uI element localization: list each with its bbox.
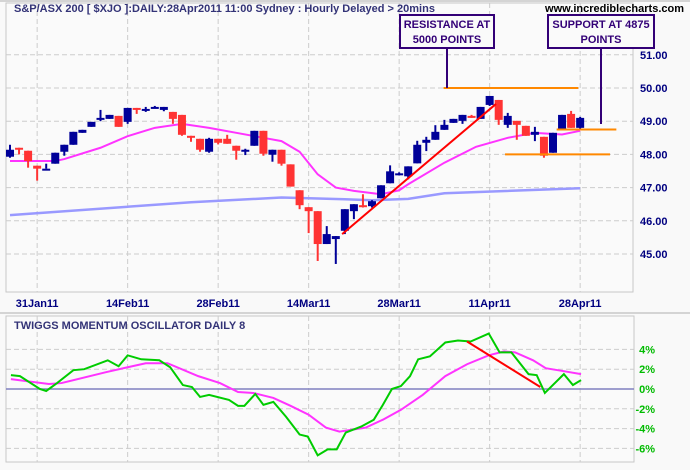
candle-up <box>386 171 395 184</box>
candle-up <box>241 149 250 152</box>
candle-down <box>512 120 521 125</box>
candle-up <box>431 131 440 140</box>
date-tick-label: 14Feb11 <box>106 298 149 310</box>
candle-up <box>268 149 277 155</box>
candle-down <box>358 205 367 208</box>
chart-title: S&P/ASX 200 [ $XJO ]:DAILY:28Apr2011 11:… <box>14 3 435 15</box>
candle-down <box>232 145 241 151</box>
candle-up <box>51 152 60 164</box>
price-tick-label: 47.00 <box>640 183 668 195</box>
price-tick-label: 46.00 <box>640 216 668 228</box>
date-tick-label: 28Mar11 <box>377 298 420 310</box>
osc-tick-label: -2% <box>635 404 655 416</box>
candle-down <box>132 107 141 110</box>
candle-down <box>214 138 223 143</box>
candle-up <box>105 114 114 119</box>
candle-up <box>576 117 585 128</box>
candle-down <box>33 165 42 169</box>
candle-up <box>150 106 159 109</box>
oscillator-title: TWIGGS MOMENTUM OSCILLATOR DAILY 8 <box>14 320 245 332</box>
candle-up <box>123 107 132 122</box>
osc-tick-label: 2% <box>639 364 655 376</box>
candle-up <box>340 209 349 231</box>
candle-up <box>205 138 214 152</box>
candle-up <box>458 114 467 121</box>
resistance-line2: 5000 POINTS <box>413 34 481 46</box>
osc-tick-label: 4% <box>639 344 655 356</box>
price-tick-label: 50.00 <box>640 83 668 95</box>
candle-up <box>6 149 14 157</box>
candle-down <box>114 115 123 127</box>
price-tick-label: 48.00 <box>640 149 668 161</box>
candle-down <box>277 149 286 164</box>
candle-up <box>60 144 69 152</box>
candle-down <box>24 150 33 162</box>
support-line2: POINTS <box>581 34 622 46</box>
price-tick-label: 45.00 <box>640 249 668 261</box>
candle-up <box>322 234 331 245</box>
candle-up <box>503 115 512 125</box>
candle-up <box>449 118 458 123</box>
date-tick-label: 28Feb11 <box>196 298 239 310</box>
candle-up <box>331 236 340 240</box>
candle-down <box>467 115 476 118</box>
candle-up <box>349 204 358 212</box>
price-tick-label: 49.00 <box>640 116 668 128</box>
candle-up <box>42 168 51 171</box>
candle-up <box>395 173 404 176</box>
date-tick-label: 31Jan11 <box>16 298 59 310</box>
candle-down <box>304 207 313 212</box>
candle-up <box>413 144 422 164</box>
candle-up <box>69 131 78 145</box>
candle-down <box>187 135 195 138</box>
site-link[interactable]: www.incrediblecharts.com <box>544 3 684 15</box>
candle-up <box>141 108 150 111</box>
candle-down <box>567 113 576 128</box>
support-line1: SUPPORT AT 4875 <box>552 19 649 31</box>
candle-up <box>87 121 96 127</box>
candle-down <box>295 190 304 206</box>
candle-down <box>539 136 548 156</box>
chart-canvas: 51.00 50.00 49.00 48.00 47.00 46.00 45.00 31Jan… <box>0 0 690 463</box>
candle-up <box>78 129 87 133</box>
osc-tick-label: -4% <box>635 424 655 436</box>
candle-down <box>313 211 322 245</box>
candle-down <box>259 130 268 154</box>
candle-up <box>250 130 259 146</box>
candle-up <box>96 117 105 120</box>
candle-down <box>521 125 530 136</box>
chart-window: 51.00 50.00 49.00 48.00 47.00 46.00 45.00 31Jan… <box>0 0 690 470</box>
candle-down <box>223 138 232 144</box>
candle-down <box>494 99 503 120</box>
candle-up <box>422 139 431 143</box>
candle-up <box>549 132 557 153</box>
osc-tick-label: -6% <box>635 443 655 455</box>
candle-down <box>15 147 24 150</box>
candle-up <box>530 131 539 135</box>
price-tick-label: 51.00 <box>640 50 668 62</box>
osc-tick-label: 0% <box>639 384 655 396</box>
date-tick-label: 28Apr11 <box>559 298 602 310</box>
candle-up <box>440 124 449 130</box>
candle-up <box>485 95 494 105</box>
date-tick-label: 14Mar11 <box>287 298 330 310</box>
candle-down <box>168 111 177 119</box>
candle-down <box>286 164 295 187</box>
candle-up <box>377 185 386 199</box>
candle-up <box>159 106 168 110</box>
date-tick-label: 11Apr11 <box>469 298 511 310</box>
resistance-line1: RESISTANCE AT <box>404 19 491 31</box>
candle-down <box>196 138 205 150</box>
candle-up <box>558 114 567 130</box>
candle-down <box>177 114 186 135</box>
